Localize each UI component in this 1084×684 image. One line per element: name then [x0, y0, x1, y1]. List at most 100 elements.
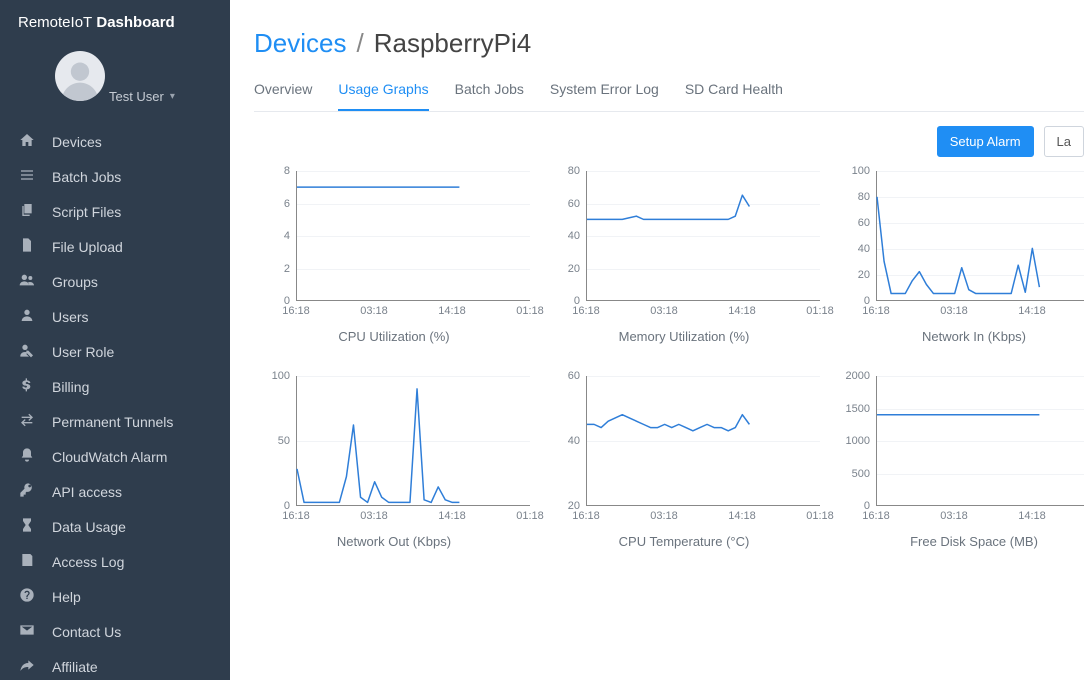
sidebar-item-user-role[interactable]: User Role [0, 334, 230, 369]
chart-panel: 0246816:1803:1814:1801:18CPU Utilization… [254, 171, 534, 366]
x-tick: 01:18 [516, 305, 544, 317]
sidebar-item-data-usage[interactable]: Data Usage [0, 509, 230, 544]
sidebar-item-label: Script Files [52, 204, 121, 220]
sidebar: RemoteIoT Dashboard Test User ▾ Devices B… [0, 0, 230, 680]
chart-panel: 05010016:1803:1814:1801:18Network Out (K… [254, 376, 534, 571]
x-tick: 01:18 [516, 510, 544, 522]
sidebar-item-label: Batch Jobs [52, 169, 121, 185]
y-tick: 80 [858, 191, 870, 203]
sidebar-item-cloudwatch-alarm[interactable]: CloudWatch Alarm [0, 439, 230, 474]
y-tick: 60 [568, 370, 580, 382]
log-icon [18, 552, 36, 571]
tab-usage-graphs[interactable]: Usage Graphs [338, 73, 428, 111]
sidebar-item-users[interactable]: Users [0, 299, 230, 334]
tab-system-error-log[interactable]: System Error Log [550, 73, 659, 111]
x-tick: 03:18 [360, 510, 388, 522]
hourglass-icon [18, 517, 36, 536]
chevron-down-icon: ▾ [170, 91, 175, 102]
chart-title: Network Out (Kbps) [254, 526, 534, 571]
sidebar-item-label: User Role [52, 344, 114, 360]
y-tick: 1000 [846, 435, 870, 447]
sidebar-item-label: Help [52, 589, 81, 605]
users-icon [18, 272, 36, 291]
sidebar-item-permanent-tunnels[interactable]: Permanent Tunnels [0, 404, 230, 439]
breadcrumb-root[interactable]: Devices [254, 28, 346, 59]
sidebar-item-help[interactable]: Help [0, 579, 230, 614]
y-tick: 60 [568, 198, 580, 210]
file-icon [18, 237, 36, 256]
chart-plot[interactable]: 0246816:1803:1814:1801:18 [254, 171, 534, 321]
profile: Test User ▾ [0, 45, 230, 114]
x-tick: 14:18 [438, 305, 466, 317]
y-tick: 2 [284, 263, 290, 275]
chart-title: CPU Utilization (%) [254, 321, 534, 366]
avatar [55, 51, 105, 101]
tab-overview[interactable]: Overview [254, 73, 312, 111]
tab-sd-card-health[interactable]: SD Card Health [685, 73, 783, 111]
key-icon [18, 482, 36, 501]
user-icon [18, 307, 36, 326]
sidebar-item-api-access[interactable]: API access [0, 474, 230, 509]
sidebar-item-script-files[interactable]: Script Files [0, 194, 230, 229]
tab-batch-jobs[interactable]: Batch Jobs [455, 73, 524, 111]
y-tick: 1500 [846, 403, 870, 415]
x-tick: 14:18 [728, 305, 756, 317]
sidebar-item-access-log[interactable]: Access Log [0, 544, 230, 579]
x-tick: 16:18 [862, 305, 890, 317]
y-tick: 20 [568, 263, 580, 275]
sidebar-item-label: Groups [52, 274, 98, 290]
y-tick: 500 [852, 468, 870, 480]
sidebar-item-batch-jobs[interactable]: Batch Jobs [0, 159, 230, 194]
sidebar-item-label: Contact Us [52, 624, 121, 640]
main: Devices / RaspberryPi4 Overview Usage Gra… [230, 0, 1084, 680]
x-tick: 16:18 [282, 305, 310, 317]
x-tick: 16:18 [282, 510, 310, 522]
question-icon [18, 587, 36, 606]
chart-plot[interactable]: 02040608010016:1803:1814:1801:18 [834, 171, 1084, 321]
envelope-icon [18, 622, 36, 641]
last-period-button[interactable]: La [1044, 126, 1084, 157]
chart-plot[interactable]: 050010001500200016:1803:1814:1801:18 [834, 376, 1084, 526]
brand: RemoteIoT Dashboard [0, 0, 230, 45]
chart-title: Network In (Kbps) [834, 321, 1084, 366]
y-tick: 100 [272, 370, 290, 382]
y-tick: 60 [858, 217, 870, 229]
chart-plot[interactable]: 05010016:1803:1814:1801:18 [254, 376, 534, 526]
x-tick: 14:18 [728, 510, 756, 522]
y-tick: 50 [278, 435, 290, 447]
dollar-icon [18, 377, 36, 396]
sidebar-item-label: Affiliate [52, 659, 98, 675]
chart-plot[interactable]: 02040608016:1803:1814:1801:18 [544, 171, 824, 321]
x-tick: 03:18 [650, 305, 678, 317]
sidebar-item-contact-us[interactable]: Contact Us [0, 614, 230, 649]
breadcrumb: Devices / RaspberryPi4 [254, 0, 1084, 73]
y-tick: 6 [284, 198, 290, 210]
x-tick: 03:18 [360, 305, 388, 317]
sidebar-item-devices[interactable]: Devices [0, 124, 230, 159]
chart-panel: 20406016:1803:1814:1801:18CPU Temperatur… [544, 376, 824, 571]
y-tick: 40 [568, 230, 580, 242]
bell-icon [18, 447, 36, 466]
tabs: Overview Usage Graphs Batch Jobs System Err… [254, 73, 1084, 112]
brand-bold: Dashboard [96, 14, 174, 31]
y-tick: 8 [284, 165, 290, 177]
setup-alarm-button[interactable]: Setup Alarm [937, 126, 1034, 157]
y-tick: 2000 [846, 370, 870, 382]
chart-plot[interactable]: 20406016:1803:1814:1801:18 [544, 376, 824, 526]
x-tick: 03:18 [940, 510, 968, 522]
copy-icon [18, 202, 36, 221]
sidebar-item-label: Data Usage [52, 519, 126, 535]
sidebar-item-billing[interactable]: Billing [0, 369, 230, 404]
sidebar-item-affiliate[interactable]: Affiliate [0, 649, 230, 684]
user-menu[interactable]: Test User ▾ [109, 89, 175, 104]
list-icon [18, 167, 36, 186]
home-icon [18, 132, 36, 151]
sidebar-item-file-upload[interactable]: File Upload [0, 229, 230, 264]
user-tag-icon [18, 342, 36, 361]
sidebar-item-groups[interactable]: Groups [0, 264, 230, 299]
sidebar-item-label: CloudWatch Alarm [52, 449, 167, 465]
sidebar-item-label: Permanent Tunnels [52, 414, 173, 430]
sidebar-item-label: Billing [52, 379, 89, 395]
share-icon [18, 657, 36, 676]
y-tick: 100 [852, 165, 870, 177]
